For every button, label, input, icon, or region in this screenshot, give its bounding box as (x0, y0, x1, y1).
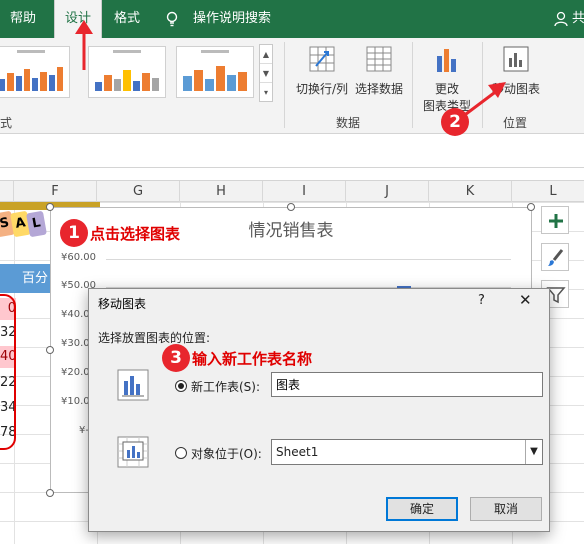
chart-styles-button[interactable] (541, 243, 569, 271)
step-1-badge: 1 (60, 219, 88, 247)
paintbrush-icon (548, 249, 564, 266)
y-tick-label: ¥60.00 (61, 252, 96, 263)
switch-row-column-icon (309, 46, 335, 72)
percent-header-cell[interactable]: 百分 (0, 264, 52, 293)
switch-row-column-button[interactable]: 切换行/列 (292, 44, 352, 97)
move-chart-icon (503, 46, 529, 72)
tab-help[interactable]: 帮助 (10, 0, 36, 38)
column-header-k[interactable]: K (429, 181, 512, 203)
sal-letter-l: L (26, 210, 47, 238)
tell-me-search[interactable]: 操作说明搜索 (166, 0, 296, 38)
style-group-label: 式 (0, 116, 13, 130)
object-in-chart-icon (117, 436, 149, 468)
step-1-text: 点击选择图表 (90, 225, 181, 243)
chart-resize-handle[interactable] (527, 203, 535, 211)
chart-elements-button[interactable] (541, 206, 569, 234)
column-header-prev[interactable] (0, 181, 14, 203)
close-button[interactable]: ✕ (519, 291, 532, 309)
step-2-badge: 2 (441, 108, 469, 136)
dialog-prompt: 选择放置图表的位置: (98, 331, 211, 345)
select-data-button[interactable]: 选择数据 (353, 44, 405, 97)
gallery-more-icon[interactable]: ▾ (260, 83, 272, 102)
chart-resize-handle[interactable] (287, 203, 295, 211)
object-in-label[interactable]: 对象位于(O): (191, 445, 262, 462)
sal-decoration: S A L (0, 208, 48, 238)
number-highlight-outline (0, 294, 16, 450)
select-data-icon (366, 46, 392, 72)
tab-format[interactable]: 格式 (114, 0, 140, 38)
dialog-title: 移动图表 (98, 297, 147, 311)
chevron-down-icon[interactable]: ▼ (525, 440, 542, 464)
object-in-value: Sheet1 (276, 445, 319, 459)
new-sheet-label[interactable]: 新工作表(S): (191, 378, 260, 395)
lightbulb-icon (166, 11, 178, 27)
column-headers: F G H I J K L (0, 180, 584, 203)
step-3-text: 输入新工作表名称 (192, 350, 313, 368)
switch-row-column-label: 切换行/列 (295, 82, 349, 96)
help-button[interactable]: ? (478, 293, 485, 308)
share-button[interactable]: 共 (554, 0, 584, 38)
cancel-button[interactable]: 取消 (470, 497, 542, 521)
new-sheet-chart-icon (117, 369, 149, 401)
chart-resize-handle[interactable] (46, 489, 54, 497)
column-header-l[interactable]: L (512, 181, 584, 203)
new-sheet-name-input[interactable] (271, 372, 543, 397)
user-icon (554, 11, 568, 27)
change-chart-type-icon (437, 49, 456, 72)
new-sheet-radio[interactable] (175, 380, 187, 392)
arrow-to-design-tab-icon (75, 20, 93, 70)
step-3-badge: 3 (162, 344, 190, 372)
column-header-h[interactable]: H (180, 181, 263, 203)
select-data-label: 选择数据 (354, 82, 403, 96)
chart-style-thumb-3[interactable] (176, 46, 254, 98)
gallery-scroll[interactable]: ▲ ▼ ▾ (259, 44, 273, 102)
data-group-label: 数据 (336, 116, 361, 130)
chart-resize-handle[interactable] (46, 203, 54, 211)
object-in-select[interactable]: Sheet1 ▼ (271, 439, 543, 465)
chart-style-thumb-1[interactable] (0, 46, 70, 98)
object-in-radio[interactable] (175, 447, 187, 459)
move-chart-dialog: 移动图表 ? ✕ 选择放置图表的位置: 新工作表(S): 对象位于(O): Sh… (88, 288, 550, 532)
scroll-down-icon[interactable]: ▼ (260, 64, 272, 83)
share-label: 共 (572, 11, 584, 26)
chart-resize-handle[interactable] (46, 346, 54, 354)
tell-me-label: 操作说明搜索 (193, 11, 272, 26)
formula-bar[interactable] (0, 134, 584, 168)
arrow-to-move-chart-icon (465, 82, 506, 116)
column-header-f[interactable]: F (14, 181, 97, 203)
column-header-g[interactable]: G (97, 181, 180, 203)
scroll-up-icon[interactable]: ▲ (260, 45, 272, 64)
column-header-i[interactable]: I (263, 181, 346, 203)
plus-icon (549, 214, 563, 228)
ok-button[interactable]: 确定 (386, 497, 458, 521)
column-header-j[interactable]: J (346, 181, 429, 203)
